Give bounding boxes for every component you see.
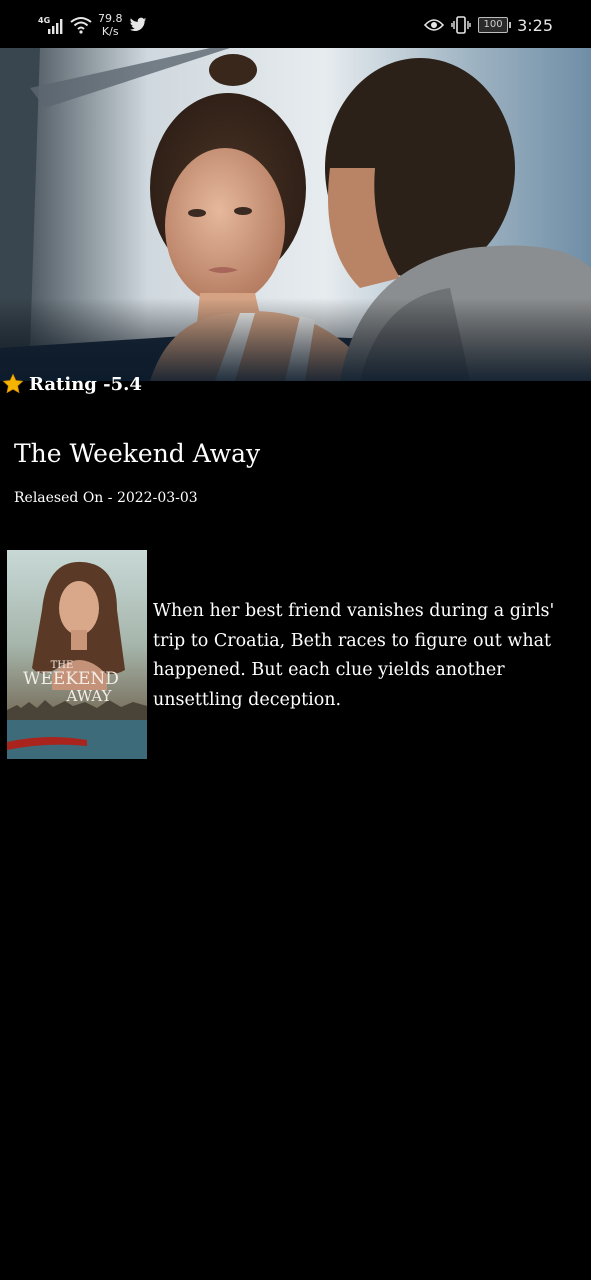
signal-icon: 4G [38,14,64,36]
backdrop-image [0,48,591,381]
movie-title: The Weekend Away [14,439,261,468]
movie-overview: When her best friend vanishes during a g… [153,601,555,710]
status-bar: 4G 79.8 K/s 100 3:25 [0,0,591,48]
rating-label: Rating - [29,373,111,395]
release-date: 2022-03-03 [116,490,198,506]
signal-bars-icon [48,19,63,34]
rating: Rating -5.4 [2,372,142,396]
poster-title-line2: WEEKEND [23,669,119,689]
battery-icon: 100 [478,17,512,33]
speed-value: 79.8 [98,12,123,25]
rating-value: 5.4 [110,373,142,395]
battery-level: 100 [483,19,503,30]
poster-title-line3: AWAY [65,687,112,705]
twitter-icon [129,17,146,32]
release-label: Relaesed On - [14,490,117,506]
network-speed: 79.8 K/s [98,12,123,38]
wifi-icon [70,17,92,34]
eye-icon [424,19,445,31]
star-icon [2,373,24,394]
clock: 3:25 [517,15,553,35]
rating-text: Rating -5.4 [29,374,142,395]
movie-poster: THE WEEKEND AWAY [7,550,147,759]
status-right: 100 3:25 [424,12,553,38]
status-left: 4G 79.8 K/s [38,10,147,40]
release-date-row: Relaesed On - 2022-03-03 [14,488,198,508]
speed-unit: K/s [101,25,119,38]
vibrate-icon [451,16,471,34]
